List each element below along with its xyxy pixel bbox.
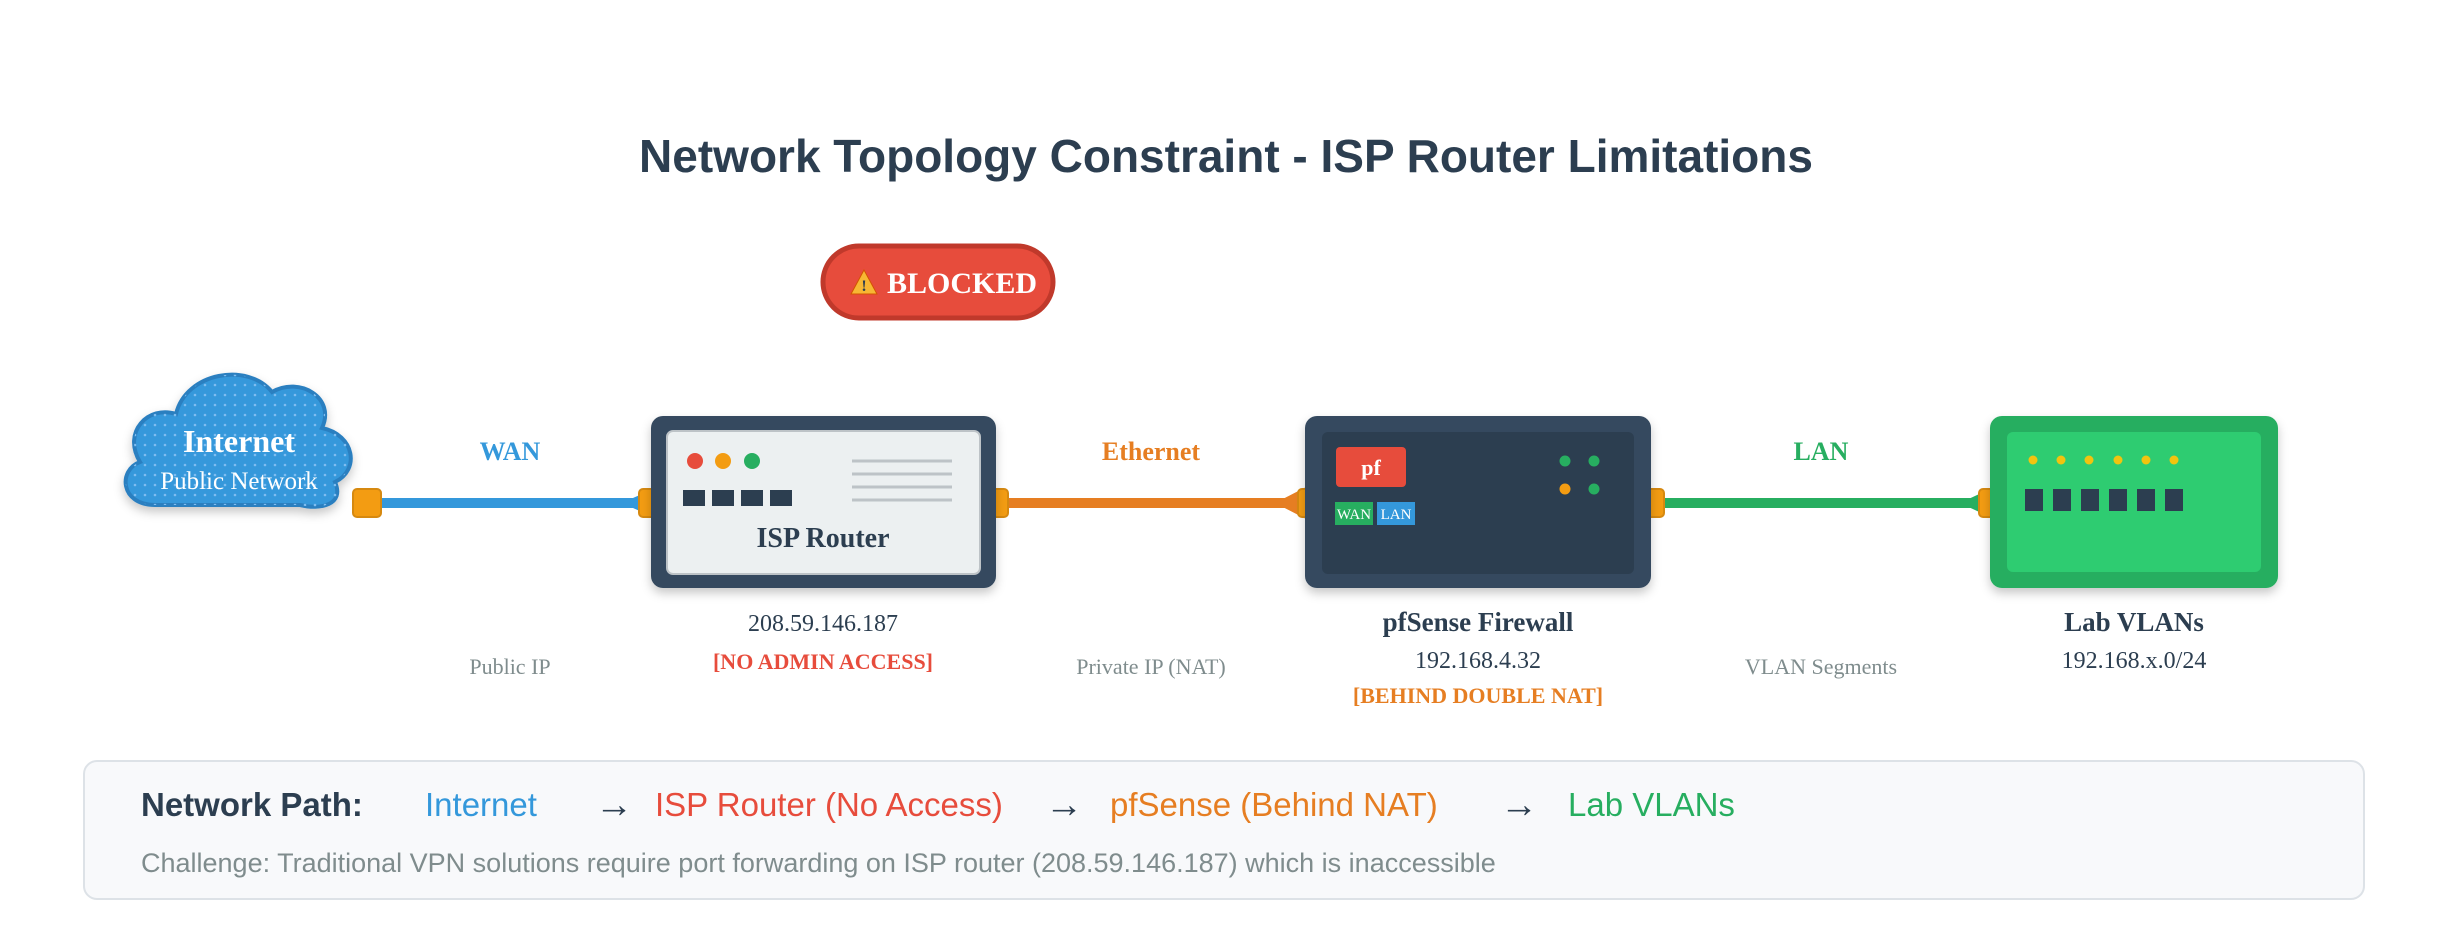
- wan-link-label: WAN: [480, 437, 541, 466]
- lan-port-label: LAN: [1381, 507, 1412, 523]
- path-step-pfsense: pfSense (Behind NAT): [1110, 786, 1438, 823]
- path-arrow: →: [1500, 784, 1538, 826]
- blocked-badge: ! BLOCKED: [820, 243, 1056, 321]
- path-step-lab-vlans: Lab VLANs: [1568, 786, 1735, 823]
- pfsense-note: [BEHIND DOUBLE NAT]: [1353, 683, 1603, 708]
- challenge-text: Challenge: Traditional VPN solutions req…: [141, 848, 1496, 878]
- switch-icon: [1990, 416, 2278, 588]
- internet-label: Internet: [183, 423, 295, 459]
- network-path-row: Network Path: Internet → ISP Router (No …: [85, 784, 2363, 840]
- lan-link-sublabel: VLAN Segments: [1745, 654, 1897, 679]
- isp-router-ip: 208.59.146.187: [748, 611, 898, 637]
- internet-node: Internet Public Network: [123, 372, 353, 509]
- lan-link: LAN VLAN Segments: [1635, 437, 2008, 679]
- ethernet-link-sublabel: Private IP (NAT): [1076, 654, 1226, 679]
- blocked-label: BLOCKED: [887, 267, 1037, 300]
- pf-badge-label: pf: [1361, 455, 1381, 480]
- page-title: Network Topology Constraint - ISP Router…: [639, 130, 1813, 182]
- lan-link-label: LAN: [1794, 437, 1849, 466]
- wan-port-label: WAN: [1337, 507, 1371, 523]
- ethernet-link-label: Ethernet: [1102, 437, 1201, 466]
- network-path-title: Network Path:: [141, 786, 363, 823]
- wan-connector-left: [352, 488, 382, 518]
- path-arrow: →: [595, 784, 633, 826]
- svg-text:!: !: [861, 278, 866, 295]
- path-step-isp-router: ISP Router (No Access): [655, 786, 1003, 823]
- network-path-panel: Network Path: Internet → ISP Router (No …: [83, 760, 2365, 900]
- path-step-internet: Internet: [425, 786, 537, 823]
- lab-vlans-label: Lab VLANs: [2064, 607, 2204, 637]
- pfsense-node: pf WAN LAN pfSense Firewall 192.168.4.32…: [1305, 416, 1651, 708]
- isp-router-note: [NO ADMIN ACCESS]: [713, 649, 933, 674]
- lab-vlans-ip: 192.168.x.0/24: [2062, 648, 2207, 674]
- pfsense-ip: 192.168.4.32: [1415, 648, 1541, 674]
- lab-vlans-node: Lab VLANs 192.168.x.0/24: [1990, 416, 2278, 674]
- internet-sublabel: Public Network: [160, 468, 318, 495]
- router-icon: [651, 416, 996, 588]
- wan-link-sublabel: Public IP: [469, 654, 550, 679]
- isp-router-label: ISP Router: [757, 523, 890, 554]
- pfsense-label: pfSense Firewall: [1383, 607, 1574, 637]
- path-arrow: →: [1045, 784, 1083, 826]
- wan-link: WAN Public IP: [352, 437, 668, 679]
- ethernet-link: Ethernet Private IP (NAT): [979, 437, 1327, 679]
- isp-router-node: ISP Router 208.59.146.187 [NO ADMIN ACCE…: [651, 416, 996, 674]
- firewall-icon: pf WAN LAN: [1305, 416, 1651, 588]
